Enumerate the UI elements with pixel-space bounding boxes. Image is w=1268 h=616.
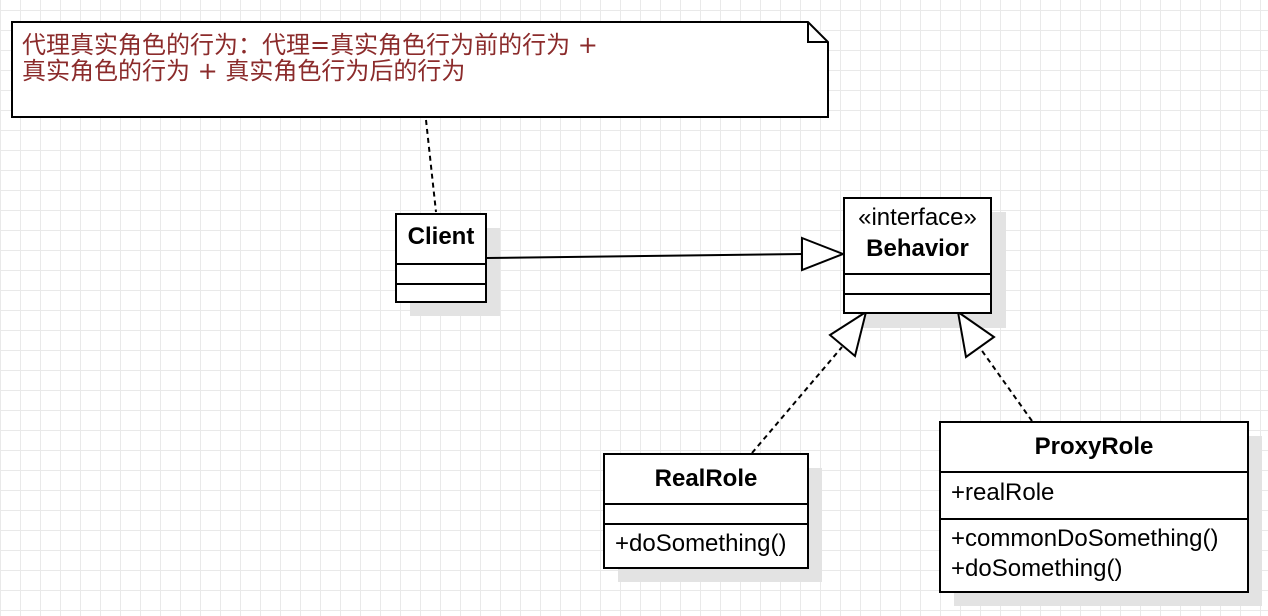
proxyrole-class[interactable]: ProxyRole +realRole +commonDoSomething()… <box>939 421 1249 593</box>
proxyrole-attributes-divider <box>941 471 1247 473</box>
proxyrole-class-name: ProxyRole <box>1034 433 1154 460</box>
realrole-method-dosomething: +doSomething() <box>615 530 787 557</box>
client-behavior-association <box>486 253 803 259</box>
realrole-realization-line <box>751 346 843 454</box>
behavior-attributes-divider <box>845 273 990 275</box>
proxyrole-method-dosomething: +doSomething() <box>951 555 1123 582</box>
realrole-methods-divider <box>605 523 807 525</box>
client-methods-divider <box>397 283 485 285</box>
note-anchor-line <box>425 119 437 213</box>
proxyrole-realization-arrowhead <box>956 309 996 359</box>
client-class-name: Client <box>407 223 475 250</box>
proxyrole-method-commondosomething: +commonDoSomething() <box>951 525 1219 552</box>
realrole-attributes-divider <box>605 503 807 505</box>
note-text: 代理真实角色的行为：代理=真实角色行为前的行为 + 真实角色的行为 + 真实角色… <box>22 32 812 84</box>
client-attributes-divider <box>397 263 485 265</box>
behavior-interface[interactable]: «interface» Behavior <box>843 197 992 314</box>
realrole-realization-arrowhead <box>828 309 868 358</box>
client-class[interactable]: Client <box>395 213 487 303</box>
behavior-class-name: Behavior <box>866 235 969 262</box>
proxyrole-methods-divider <box>941 518 1247 520</box>
note-line-1: 代理真实角色的行为：代理=真实角色行为前的行为 + <box>22 31 598 59</box>
behavior-methods-divider <box>845 293 990 295</box>
behavior-stereotype: «interface» <box>858 204 977 231</box>
association-arrowhead <box>801 236 846 272</box>
realrole-class-name: RealRole <box>654 465 758 492</box>
proxyrole-realization-line <box>979 347 1033 422</box>
note-line-2: 真实角色的行为 + 真实角色行为后的行为 <box>22 57 466 85</box>
proxyrole-attribute-realrole: +realRole <box>951 479 1055 506</box>
realrole-class[interactable]: RealRole +doSomething() <box>603 453 809 569</box>
